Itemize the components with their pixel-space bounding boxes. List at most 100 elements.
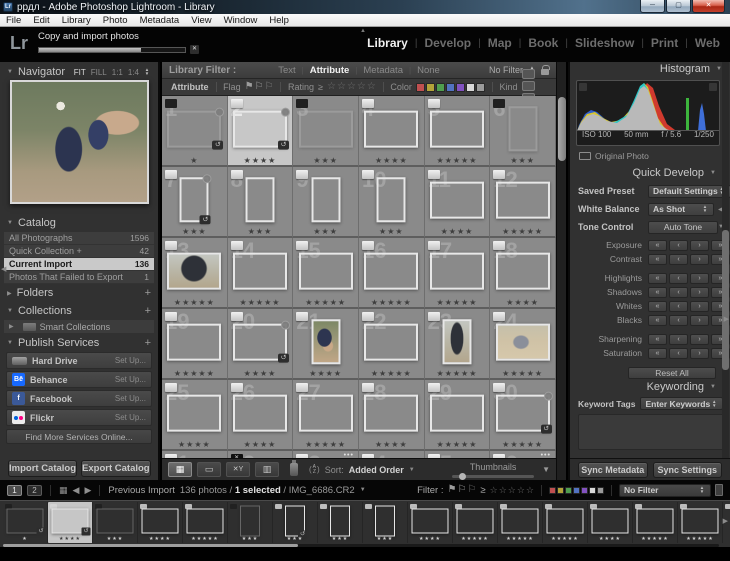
star-rating[interactable]: ★★★★ <box>490 298 555 307</box>
crop-badge-icon[interactable]: ↺ <box>278 140 289 149</box>
slider-knob[interactable] <box>459 473 466 480</box>
qd-step-button[interactable]: ‹ <box>669 254 688 265</box>
filmstrip-thumb[interactable]: ★★★★ <box>588 502 633 543</box>
survey-view-button[interactable]: ▥ <box>255 462 279 477</box>
grid-cell[interactable]: 24★★★★★ <box>490 309 556 380</box>
flag-icon[interactable] <box>165 312 177 321</box>
thumbnail-size-slider[interactable] <box>452 475 534 478</box>
flag-icon[interactable] <box>428 312 440 321</box>
sync-settings-button[interactable]: Sync Settings <box>653 462 723 478</box>
flag-icon[interactable] <box>165 241 177 250</box>
photo-thumbnail[interactable]: ↺ <box>496 394 550 431</box>
module-book[interactable]: Book <box>528 36 558 50</box>
flag-icon[interactable] <box>362 312 374 321</box>
photo-thumbnail[interactable]: ↺ <box>180 177 209 222</box>
qd-step-button[interactable]: › <box>690 287 709 298</box>
photo-thumbnail[interactable] <box>167 323 221 360</box>
compare-view-button[interactable]: ✕Y <box>226 462 250 477</box>
grid-cell[interactable]: 31 <box>162 451 228 458</box>
photo-thumbnail[interactable]: ↺ <box>167 110 221 147</box>
star-rating[interactable]: ★★★★ <box>359 156 424 165</box>
photo-thumbnail[interactable]: ↺ <box>233 110 287 147</box>
menu-file[interactable]: File <box>0 14 27 27</box>
photo-thumbnail[interactable] <box>245 177 274 222</box>
grid-cell[interactable]: 34 <box>359 451 425 458</box>
grid-cell[interactable]: 8★★★ <box>228 167 294 238</box>
filmstrip-thumb[interactable]: ★★★★★ <box>543 502 588 543</box>
flag-icon[interactable] <box>428 241 440 250</box>
menu-library[interactable]: Library <box>56 14 97 27</box>
forward-arrow-icon[interactable]: ▶ <box>84 485 91 496</box>
grid-cell[interactable]: 25★★★★ <box>162 380 228 451</box>
keyword-entry-box[interactable] <box>578 414 724 450</box>
qd-step-button[interactable]: ‹ <box>669 348 688 359</box>
grid-cell[interactable]: 15★★★★★ <box>293 238 359 309</box>
service-setup-link[interactable]: Set Up... <box>115 375 146 384</box>
publish-services-header[interactable]: ▼ Publish Services + <box>0 336 158 350</box>
qd-step-button[interactable]: « <box>648 254 667 265</box>
star-rating[interactable]: ★★★★★ <box>293 440 358 449</box>
flag-icon[interactable] <box>165 170 177 179</box>
grid-cell[interactable]: 10★★★ <box>359 167 425 238</box>
star-icon[interactable]: ☆ <box>347 82 356 92</box>
flag-icon[interactable] <box>428 99 440 108</box>
grid-cell[interactable]: 17★★★★★ <box>425 238 491 309</box>
photo-thumbnail[interactable] <box>496 252 550 289</box>
star-icon[interactable]: ☆ <box>490 485 498 495</box>
grid-cell[interactable]: 4★★★★ <box>359 96 425 167</box>
star-rating[interactable]: ★★★★★ <box>162 298 227 307</box>
sort-caret-icon[interactable]: ▼ <box>409 467 415 473</box>
quick-develop-header[interactable]: Quick Develop ▼ <box>570 166 724 180</box>
star-rating[interactable]: ★★★ <box>228 227 293 236</box>
photo-thumbnail[interactable] <box>299 252 353 289</box>
quick-collection-badge-icon[interactable] <box>215 107 224 116</box>
flag-reject-icon[interactable]: ⚐ <box>265 82 274 92</box>
photo-thumbnail[interactable] <box>299 394 353 431</box>
color-swatch[interactable] <box>549 487 556 494</box>
module-slideshow[interactable]: Slideshow <box>575 36 634 50</box>
photo-thumbnail[interactable] <box>364 323 418 360</box>
photo-thumbnail[interactable] <box>430 110 484 147</box>
color-swatch[interactable] <box>581 487 588 494</box>
color-swatch[interactable] <box>416 83 425 92</box>
filter-tab-metadata[interactable]: Metadata <box>363 65 403 76</box>
qd-step-button[interactable]: › <box>690 315 709 326</box>
flag-icon[interactable] <box>165 383 177 392</box>
star-rating[interactable]: ★ <box>162 156 227 165</box>
filmstrip-thumb[interactable]: ★★★★ <box>408 502 453 543</box>
filmstrip-thumb[interactable]: ★★★ <box>363 502 408 543</box>
cancel-import-icon[interactable]: ✕ <box>190 45 199 54</box>
flag-icon[interactable] <box>231 312 243 321</box>
catalog-header[interactable]: ▼ Catalog <box>0 216 158 230</box>
module-develop[interactable]: Develop <box>424 36 471 50</box>
photo-thumbnail[interactable] <box>299 110 353 147</box>
qd-step-button[interactable]: › <box>690 240 709 251</box>
photo-count-info[interactable]: 136 photos / 1 selected / IMG_6686.CR2 <box>180 485 355 496</box>
navigator-header[interactable]: ▼ Navigator FITFILL1:11:4 ▲▼ <box>0 65 158 79</box>
color-swatch[interactable] <box>573 487 580 494</box>
flag-icon[interactable] <box>493 170 505 179</box>
star-rating[interactable]: ★★★★ <box>359 440 424 449</box>
star-icon[interactable]: ☆ <box>517 485 525 495</box>
grid-cell[interactable]: 35 <box>425 451 491 458</box>
filmstrip-thumb[interactable]: ★★★★★ <box>183 502 228 543</box>
grid-cell[interactable]: 12★★★★★ <box>490 167 556 238</box>
photo-thumbnail[interactable] <box>311 177 340 222</box>
photo-thumbnail[interactable] <box>430 394 484 431</box>
service-setup-link[interactable]: Set Up... <box>115 413 146 422</box>
star-rating[interactable]: ★★★★★ <box>162 369 227 378</box>
catalog-item-all-photographs[interactable]: All Photographs1596 <box>4 232 154 245</box>
grid-cell[interactable]: 20↺★★★★ <box>228 309 294 380</box>
color-swatch[interactable] <box>557 487 564 494</box>
zoom-mode-fill[interactable]: FILL <box>91 68 107 77</box>
filmstrip-thumb[interactable]: ★★★★ <box>138 502 183 543</box>
photo-thumbnail[interactable] <box>377 177 406 222</box>
folders-header[interactable]: ▶ Folders + <box>0 286 158 300</box>
qd-step-button[interactable]: ‹ <box>669 315 688 326</box>
sync-metadata-button[interactable]: Sync Metadata <box>578 462 648 478</box>
zoom-mode-fit[interactable]: FIT <box>74 68 86 77</box>
qd-step-button[interactable]: « <box>648 334 667 345</box>
star-rating[interactable]: ★★★★★ <box>490 440 555 449</box>
right-panel-collapse-icon[interactable]: ▶ <box>724 316 729 323</box>
smart-collections-item[interactable]: ▶ Smart Collections <box>4 320 154 333</box>
